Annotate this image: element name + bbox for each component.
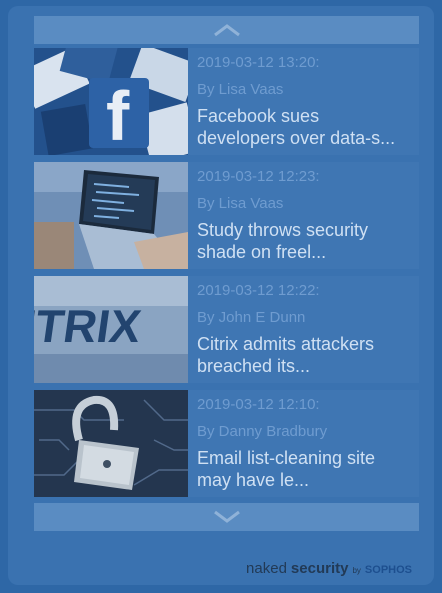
article-date: 2019-03-12 12:10: xyxy=(197,396,320,413)
article-title[interactable]: Email list-cleaning site may have le... xyxy=(197,447,407,491)
article-date: 2019-03-12 12:23: xyxy=(197,168,320,185)
article-author: By Danny Bradbury xyxy=(197,423,328,440)
article-author: By John E Dunn xyxy=(197,309,306,326)
article-item[interactable]: f 2019-03-12 13:20: By Lisa Vaas Faceboo… xyxy=(34,48,419,155)
article-author: By Lisa Vaas xyxy=(197,81,284,98)
news-widget: f 2019-03-12 13:20: By Lisa Vaas Faceboo… xyxy=(0,0,442,593)
brand-naked: naked xyxy=(246,560,287,577)
thumb-citrix-text: ITRIX xyxy=(34,300,144,352)
chevron-down-icon xyxy=(213,510,240,523)
brand-sophos: SOPHOS xyxy=(364,564,412,576)
article-thumbnail-facebook: f xyxy=(34,48,188,155)
brand-by: by xyxy=(352,566,361,575)
scroll-up-button[interactable] xyxy=(34,16,419,44)
article-item[interactable]: 2019-03-12 12:23: By Lisa Vaas Study thr… xyxy=(34,162,419,269)
article-date: 2019-03-12 12:22: xyxy=(197,282,320,299)
article-thumbnail-laptop xyxy=(34,162,188,269)
scroll-down-button[interactable] xyxy=(34,503,419,531)
brand-security: security xyxy=(290,560,349,577)
article-text: 2019-03-12 13:20: By Lisa Vaas Facebook … xyxy=(188,48,407,155)
article-thumbnail-padlock xyxy=(34,390,188,497)
article-thumbnail-citrix: ITRIX xyxy=(34,276,188,383)
article-text: 2019-03-12 12:10: By Danny Bradbury Emai… xyxy=(188,390,407,497)
naked-security-logo[interactable]: naked security by SOPHOS xyxy=(246,560,412,577)
article-text: 2019-03-12 12:22: By John E Dunn Citrix … xyxy=(188,276,407,383)
article-date: 2019-03-12 13:20: xyxy=(197,54,320,71)
article-author: By Lisa Vaas xyxy=(197,195,284,212)
article-title[interactable]: Study throws security shade on freel... xyxy=(197,219,407,263)
article-item[interactable]: 2019-03-12 12:10: By Danny Bradbury Emai… xyxy=(34,390,419,497)
article-title[interactable]: Citrix admits attackers breached its... xyxy=(197,333,407,377)
article-text: 2019-03-12 12:23: By Lisa Vaas Study thr… xyxy=(188,162,407,269)
thumb-f-text: f xyxy=(106,77,130,155)
article-title[interactable]: Facebook sues developers over data-s... xyxy=(197,105,407,149)
chevron-up-icon xyxy=(213,24,240,37)
article-item[interactable]: ITRIX 2019-03-12 12:22: By John E Dunn C… xyxy=(34,276,419,383)
